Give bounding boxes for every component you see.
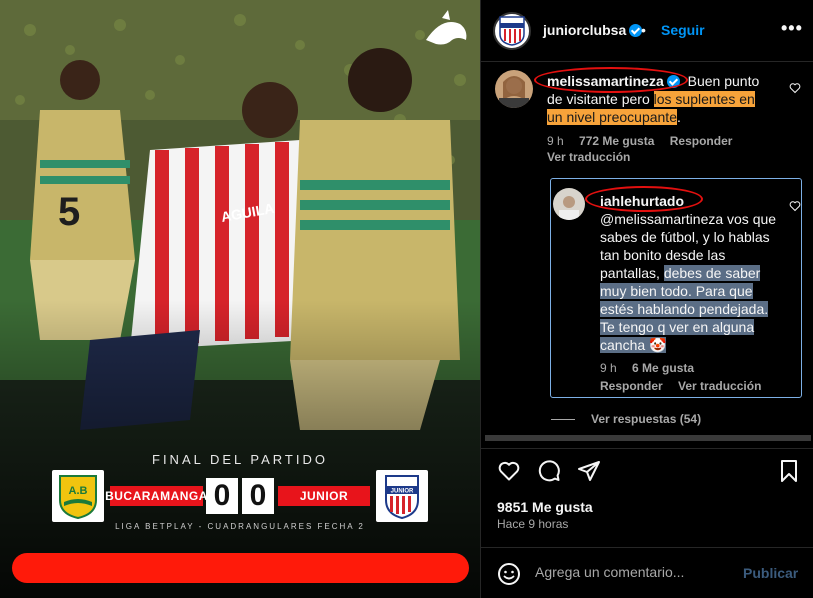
comment-icon[interactable] <box>537 459 561 483</box>
bucaramanga-logo: A.B <box>52 470 104 522</box>
post-panel: juniorclubsa • Seguir ••• melissamartine… <box>480 0 813 598</box>
post-time[interactable]: Hace 9 horas <box>497 517 568 531</box>
reply-likes[interactable]: 6 Me gusta <box>632 361 694 375</box>
reply-reply-button[interactable]: Responder <box>600 379 663 393</box>
reply-translate-button[interactable]: Ver traducción <box>678 379 761 393</box>
follow-button[interactable]: Seguir <box>661 22 705 38</box>
red-banner <box>12 553 469 583</box>
junior-logo: JUNIOR <box>376 470 428 522</box>
commenter-avatar[interactable] <box>495 70 533 108</box>
home-logo-text: A.B <box>69 485 88 497</box>
comment-time: 9 h <box>547 134 564 148</box>
view-replies-line <box>551 419 575 421</box>
comment-reply-button[interactable]: Responder <box>670 134 733 148</box>
away-score: 0 <box>242 478 274 514</box>
comment-meta: 9 h 772 Me gusta Responder <box>547 134 732 148</box>
account-username[interactable]: juniorclubsa <box>543 22 643 40</box>
annotation-oval <box>585 186 703 212</box>
reply-actions: Responder Ver traducción <box>600 379 761 393</box>
reply-body: @melissamartineza vos que sabes de fútbo… <box>600 210 778 354</box>
comments-section: melissamartineza Buen punto de visitante… <box>481 62 813 442</box>
home-team-name: BUCARAMANGA <box>105 486 207 506</box>
share-icon[interactable] <box>577 459 601 483</box>
reply-time: 9 h <box>600 361 617 375</box>
league-label: LIGA BETPLAY - CUADRANGULARES FECHA 2 <box>115 522 365 531</box>
save-icon[interactable] <box>777 459 801 483</box>
post-media[interactable]: 5 AGUILA FINAL DEL PARTIDO A.B BUCARAMAN… <box>0 0 480 598</box>
jersey-number: 5 <box>58 190 80 234</box>
more-options-icon[interactable]: ••• <box>781 18 803 39</box>
comment-text-end: . <box>677 109 681 125</box>
view-replies-label[interactable]: Ver respuestas (54) <box>591 412 701 426</box>
away-team-name: JUNIOR <box>278 486 370 506</box>
post-header: juniorclubsa • Seguir ••• <box>481 0 813 62</box>
comment-like-icon[interactable] <box>789 82 801 94</box>
view-replies-button[interactable]: Ver respuestas (54) <box>551 412 701 426</box>
like-icon[interactable] <box>497 459 521 483</box>
home-score: 0 <box>206 478 238 514</box>
comment-translate-button[interactable]: Ver traducción <box>547 150 630 164</box>
reply-like-icon[interactable] <box>789 200 801 212</box>
comment-likes[interactable]: 772 Me gusta <box>579 134 654 148</box>
horizontal-scrollbar[interactable] <box>485 435 811 441</box>
account-avatar[interactable] <box>493 12 531 50</box>
comment-input[interactable] <box>535 564 725 580</box>
away-logo-text: JUNIOR <box>391 489 414 495</box>
post-likes[interactable]: 9851 Me gusta <box>497 499 593 515</box>
reply-avatar[interactable] <box>553 188 585 220</box>
action-bar <box>481 448 813 492</box>
account-username-text[interactable]: juniorclubsa <box>543 22 626 38</box>
publish-button[interactable]: Publicar <box>743 565 798 581</box>
reply-meta: 9 h 6 Me gusta <box>600 361 694 375</box>
annotation-oval <box>534 67 688 93</box>
emoji-icon[interactable] <box>497 562 521 586</box>
header-separator: • <box>641 22 646 38</box>
scoreboard: A.B BUCARAMANGA 0 0 JUNIOR JUNIOR <box>52 470 428 522</box>
comment-composer: Publicar <box>481 547 813 598</box>
final-title: FINAL DEL PARTIDO <box>152 452 328 467</box>
